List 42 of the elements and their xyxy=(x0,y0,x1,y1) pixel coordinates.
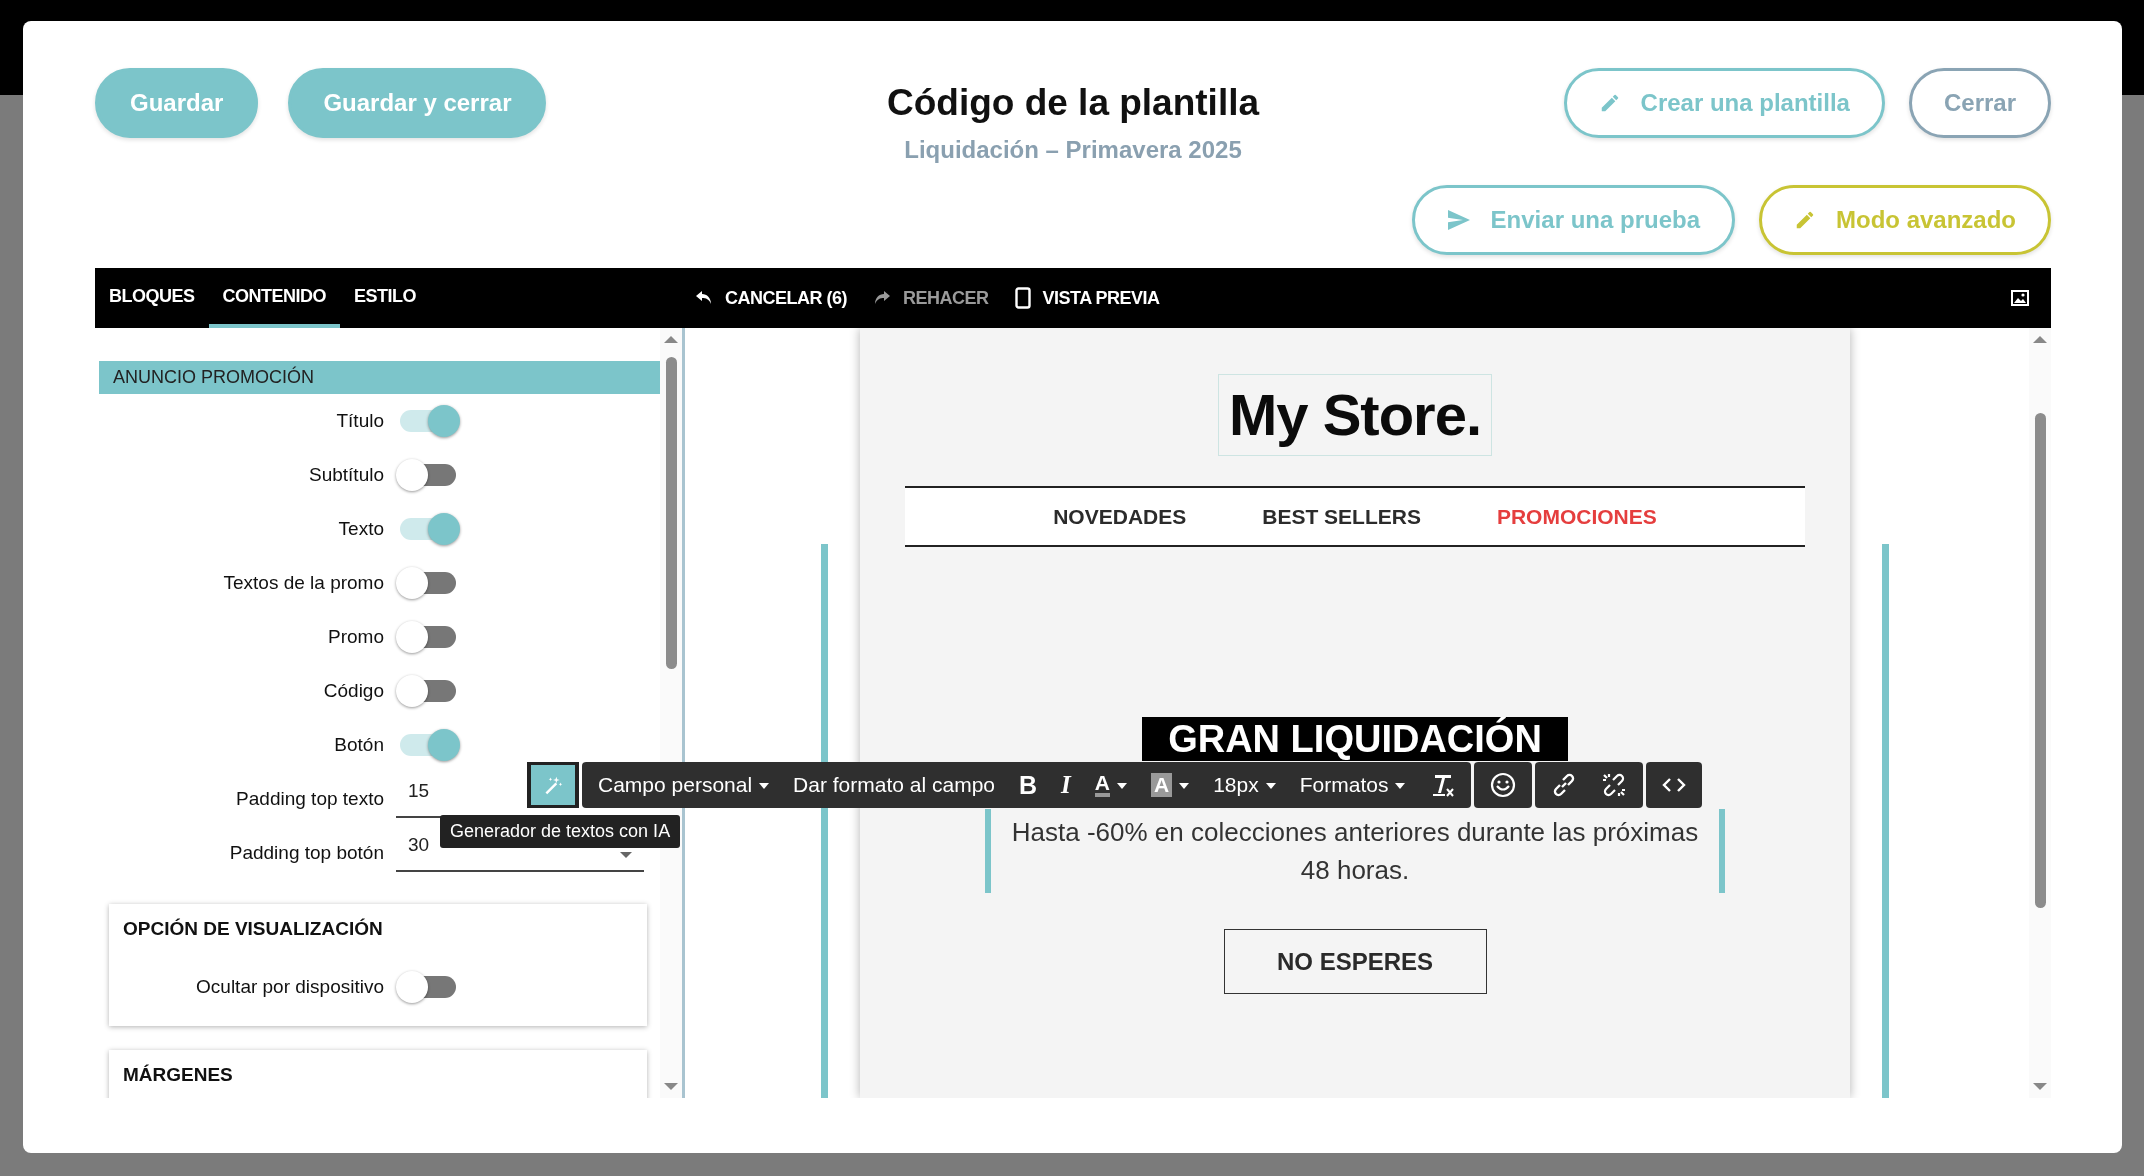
text-color-button[interactable]: A xyxy=(1082,765,1139,805)
toolbar-action[interactable]: VISTA PREVIA xyxy=(1014,287,1160,309)
window-title: Código de la plantilla xyxy=(886,82,1260,124)
field-label: Texto xyxy=(337,518,385,540)
field-label: Ocultar por dispositivo xyxy=(195,976,385,998)
cta-button[interactable]: NO ESPERES xyxy=(1223,929,1487,994)
email-heading: GRAN LIQUIDACIÓN xyxy=(1142,717,1568,761)
editor-tab[interactable]: ESTILO xyxy=(340,268,431,328)
field-label: Promo xyxy=(327,626,385,648)
toolbar-action[interactable]: CANCELAR (6) xyxy=(695,287,847,309)
field-label: Padding top botón xyxy=(228,842,385,864)
undo-icon xyxy=(695,290,713,306)
field-label: Padding top texto xyxy=(235,788,385,810)
dropdown-button[interactable]: Formatos xyxy=(1287,765,1418,805)
card-title: MÁRGENES xyxy=(122,1064,234,1087)
image-icon[interactable] xyxy=(2011,290,2029,306)
pencil-icon xyxy=(1794,209,1816,231)
italic-button[interactable]: I xyxy=(1049,765,1083,805)
magic-wand-icon xyxy=(543,774,563,796)
scrollbar[interactable] xyxy=(2029,328,2051,1098)
field-label: Título xyxy=(335,410,385,432)
format-field-button[interactable]: Dar formato al campo xyxy=(781,765,1007,805)
nav-link[interactable]: BEST SELLERS xyxy=(1262,504,1421,529)
window-subtitle: Liquidación – Primavera 2025 xyxy=(903,136,1243,164)
broken-link-icon xyxy=(1601,772,1628,798)
redo-icon xyxy=(873,290,891,306)
field-label: Subtítulo xyxy=(308,464,385,486)
field-label: Botón xyxy=(333,734,385,756)
smiley-icon xyxy=(1490,772,1517,798)
section-header: ANUNCIO PROMOCIÓN xyxy=(99,361,660,394)
bold-button[interactable]: B xyxy=(1007,765,1050,805)
store-logo: My Store. xyxy=(1217,374,1493,456)
nav-link[interactable]: PROMOCIONES xyxy=(1496,504,1657,529)
tooltip: Generador de textos con IA xyxy=(440,815,681,848)
dropdown-button[interactable]: 18px xyxy=(1201,765,1288,805)
field-label: Código xyxy=(322,680,385,702)
field-label: Textos de la promo xyxy=(222,572,385,594)
send-icon xyxy=(1446,209,1471,231)
card-title: OPCIÓN DE VISUALIZACIÓN xyxy=(122,918,384,941)
tablet-icon xyxy=(1014,287,1031,309)
nav-link[interactable]: NOVEDADES xyxy=(1053,504,1187,529)
editor-tab[interactable]: BLOQUES xyxy=(95,268,209,328)
